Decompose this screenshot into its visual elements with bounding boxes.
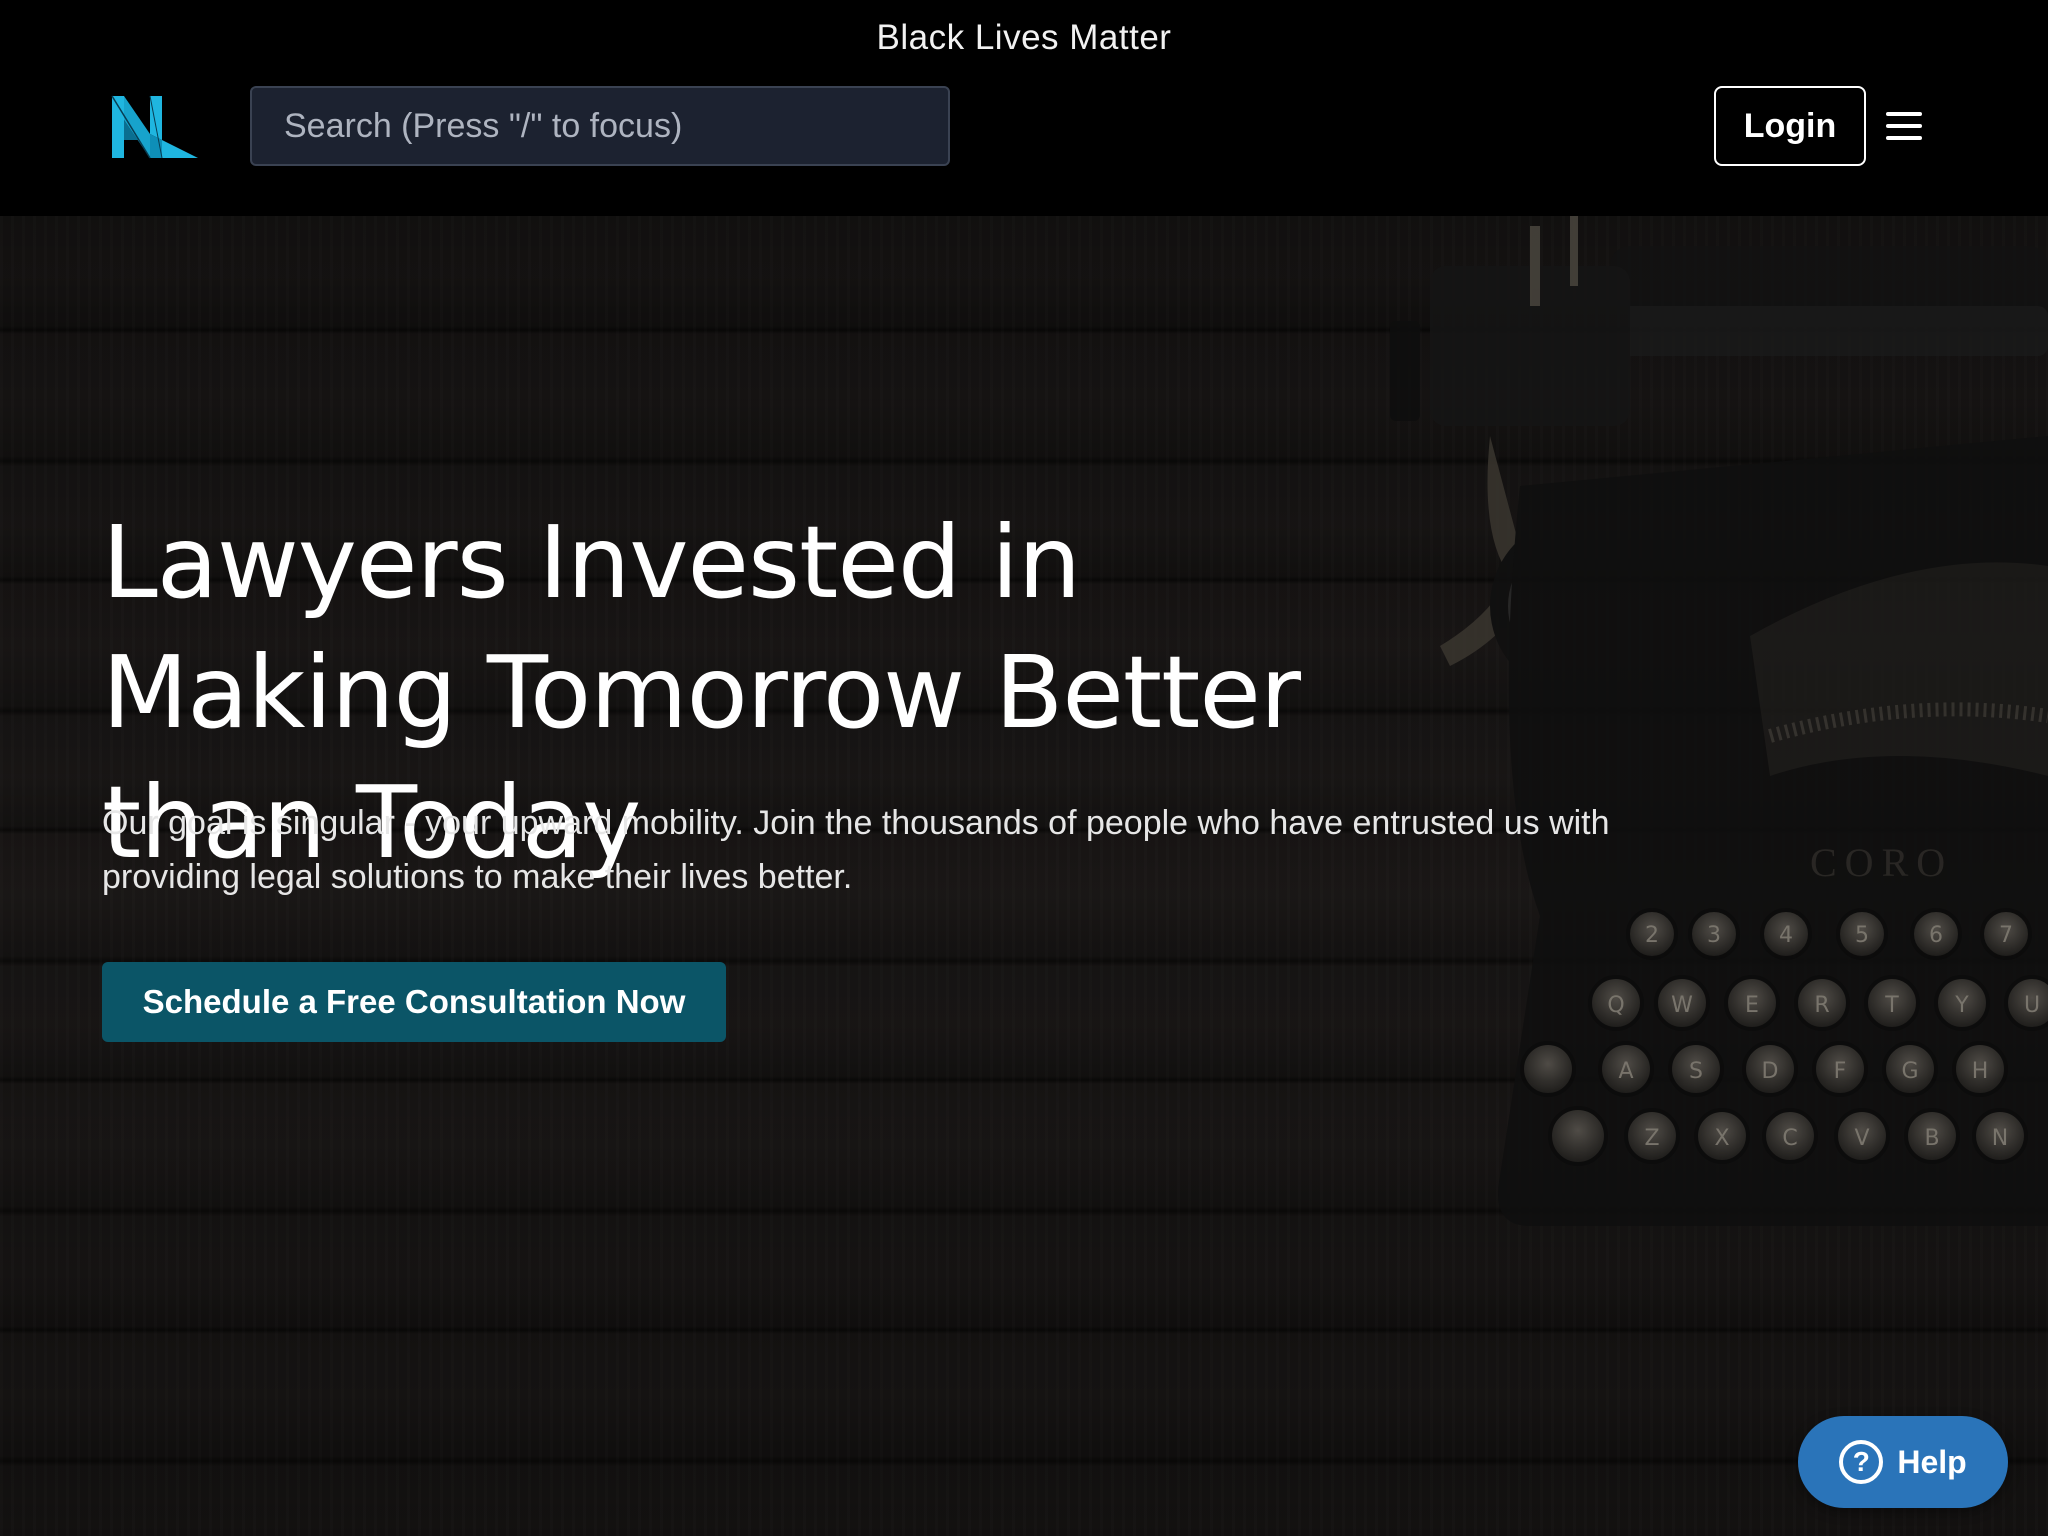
banner-text: Black Lives Matter <box>876 18 1172 57</box>
svg-text:E: E <box>1745 993 1759 1018</box>
site-logo[interactable] <box>110 90 200 164</box>
svg-text:2: 2 <box>1645 923 1659 948</box>
nl-logo-icon <box>111 95 198 159</box>
help-button[interactable]: ? Help <box>1798 1416 2008 1508</box>
svg-text:Q: Q <box>1607 993 1624 1018</box>
hero-section: CORO 234567 QWERTYU ASDFGH ZXCVBN Lawyer… <box>0 216 2048 1536</box>
svg-text:U: U <box>2024 993 2040 1018</box>
svg-text:Y: Y <box>1954 993 1969 1018</box>
svg-text:4: 4 <box>1779 923 1793 948</box>
hero-subtext: Our goal is singular - your upward mobil… <box>102 804 1610 896</box>
svg-text:B: B <box>1924 1126 1939 1151</box>
menu-line <box>1886 136 1922 140</box>
schedule-consultation-button[interactable]: Schedule a Free Consultation Now <box>102 962 726 1042</box>
svg-text:N: N <box>1992 1126 2008 1151</box>
svg-text:G: G <box>1901 1059 1918 1084</box>
site-header: Login <box>0 76 2048 216</box>
svg-text:D: D <box>1762 1059 1779 1084</box>
svg-text:CORO: CORO <box>1810 840 1953 885</box>
svg-text:A: A <box>1618 1059 1633 1084</box>
svg-text:T: T <box>1884 993 1899 1018</box>
hamburger-menu-icon[interactable] <box>1886 112 1922 140</box>
svg-text:6: 6 <box>1929 923 1943 948</box>
svg-text:Z: Z <box>1644 1126 1659 1151</box>
svg-text:S: S <box>1689 1059 1703 1084</box>
svg-text:7: 7 <box>1999 923 2013 948</box>
search-input[interactable] <box>250 86 950 166</box>
menu-line <box>1886 112 1922 116</box>
svg-text:C: C <box>1782 1126 1797 1151</box>
help-label: Help <box>1897 1443 1967 1480</box>
svg-text:W: W <box>1671 993 1693 1018</box>
typewriter-image: CORO 2 3 4 5 6 7 Q W E R T Y U A S D F G H Z X C V B N <box>1390 216 2048 1226</box>
question-circle-icon: ? <box>1839 1440 1884 1484</box>
svg-text:F: F <box>1834 1059 1847 1084</box>
announcement-banner: Black Lives Matter <box>0 0 2048 76</box>
svg-text:V: V <box>1854 1126 1869 1151</box>
svg-text:H: H <box>1972 1059 1989 1084</box>
svg-text:5: 5 <box>1855 923 1869 948</box>
svg-text:X: X <box>1714 1126 1729 1151</box>
menu-line <box>1886 124 1922 128</box>
svg-text:R: R <box>1814 993 1829 1018</box>
svg-text:3: 3 <box>1707 923 1721 948</box>
login-button[interactable]: Login <box>1714 86 1866 166</box>
